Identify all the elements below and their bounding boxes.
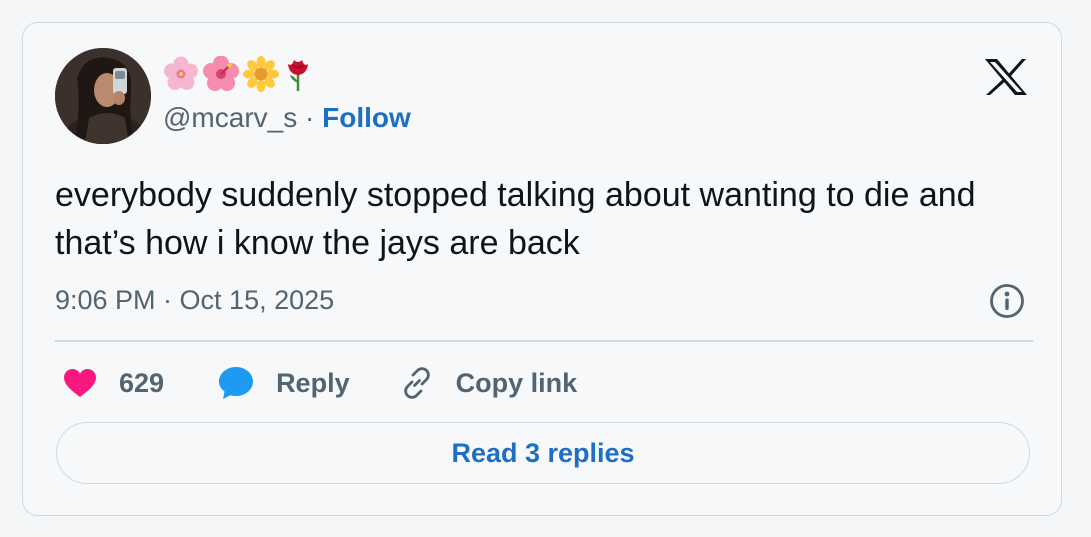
- like-count: 629: [119, 367, 165, 398]
- follow-button[interactable]: Follow: [322, 102, 411, 133]
- tweet-text: everybody suddenly stopped talking about…: [55, 176, 976, 262]
- tweet-timestamp[interactable]: 9:06 PM · Oct 15, 2025: [55, 282, 334, 318]
- like-button[interactable]: 629: [63, 368, 164, 399]
- read-replies-label: Read 3 replies: [451, 437, 635, 468]
- copy-link-button[interactable]: Copy link: [400, 366, 578, 400]
- heart-icon: [64, 369, 96, 397]
- action-bar: 629 Reply Copy link: [63, 359, 577, 407]
- sunflower-icon: [243, 56, 279, 92]
- divider: [55, 340, 1033, 342]
- speech-bubble-icon: [219, 367, 254, 399]
- avatar[interactable]: [55, 48, 151, 144]
- author-row: @mcarv_s · Follow: [163, 100, 411, 136]
- tweet-card: @mcarv_s · Follow everybody suddenly sto…: [22, 22, 1062, 516]
- x-logo-icon[interactable]: [983, 57, 1029, 97]
- reply-button[interactable]: Reply: [218, 366, 350, 400]
- author-handle[interactable]: @mcarv_s: [163, 102, 297, 133]
- hibiscus-icon: [203, 56, 239, 91]
- link-icon: [403, 367, 430, 399]
- read-replies-button[interactable]: Read 3 replies: [56, 422, 1030, 484]
- rose-icon: [288, 60, 308, 91]
- copy-link-label: Copy link: [455, 367, 578, 398]
- display-name-emojis[interactable]: [163, 56, 313, 92]
- info-icon[interactable]: [989, 283, 1025, 319]
- reply-label: Reply: [276, 367, 350, 398]
- cherry-blossom-icon: [164, 56, 198, 90]
- separator-dot: ·: [305, 102, 315, 133]
